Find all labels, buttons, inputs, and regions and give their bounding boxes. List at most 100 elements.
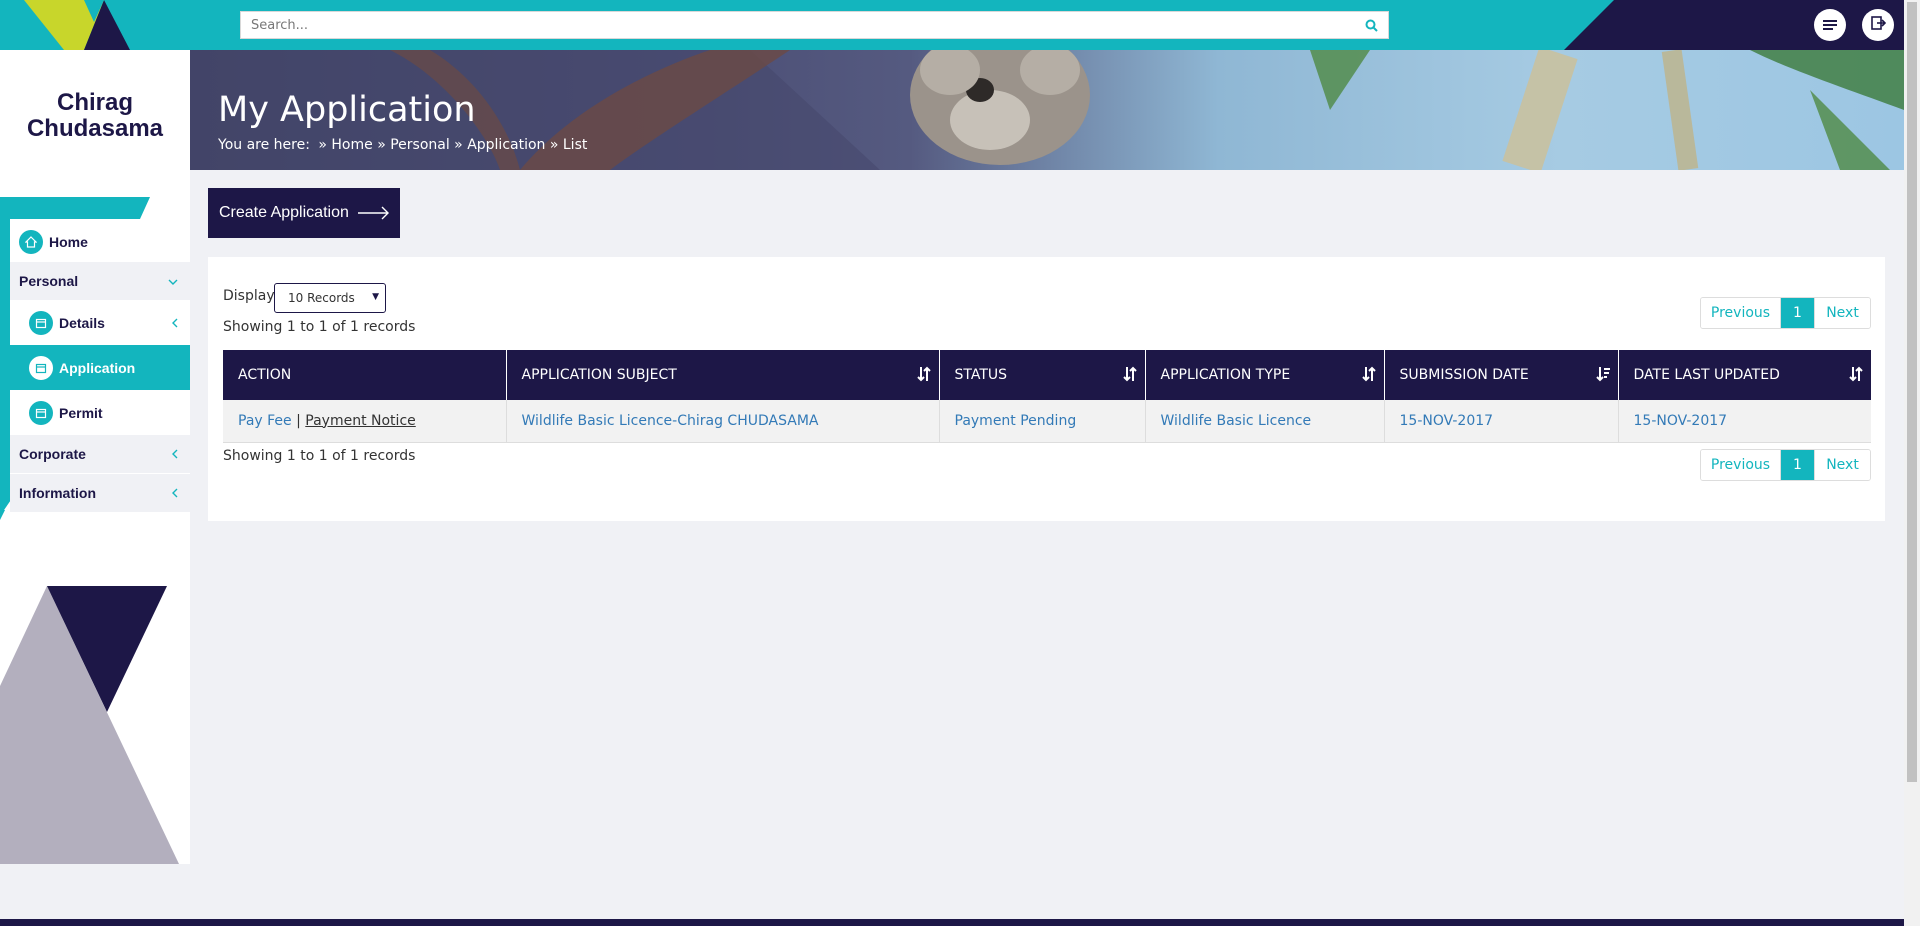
records-summary-top: Showing 1 to 1 of 1 records [223,319,416,335]
records-per-page-value: 10 Records [288,291,355,305]
sort-icon [1849,366,1863,386]
page-1-button[interactable]: 1 [1781,298,1814,328]
date-last-updated-cell: 15-NOV-2017 [1618,400,1871,443]
column-header-submission-date[interactable]: SUBMISSION DATE [1384,350,1619,400]
application-subject-cell[interactable]: Wildlife Basic Licence-Chirag CHUDASAMA [506,400,940,443]
sidebar-section-personal[interactable]: Personal [10,262,190,300]
sidebar-item-permit[interactable]: Permit [10,390,190,435]
search-icon[interactable] [1354,19,1388,32]
top-right-banner-shape [1564,0,1904,50]
column-header-label: DATE LAST UPDATED [1633,367,1780,383]
column-header-label: APPLICATION SUBJECT [521,367,677,383]
previous-page-button[interactable]: Previous [1701,450,1781,480]
sidebar-item-label: Details [59,314,105,331]
create-application-button[interactable]: Create Application [208,188,400,238]
sort-icon [1122,366,1137,386]
sidebar-item-label: Application [59,359,136,376]
menu-button[interactable] [1814,9,1846,41]
applications-table: ACTION APPLICATION SUBJECT STATUS APPLIC… [223,350,1871,443]
status-cell: Payment Pending [939,400,1146,443]
sidebar-section-label: Corporate [19,446,86,462]
table-header-row: ACTION APPLICATION SUBJECT STATUS APPLIC… [223,350,1871,400]
breadcrumb-path[interactable]: » Home » Personal » Application » List [318,137,587,153]
page-1-button[interactable]: 1 [1781,450,1814,480]
arrow-right-icon [358,206,390,225]
sidebar-section-label: Personal [19,273,79,289]
column-header-date-last-updated[interactable]: DATE LAST UPDATED [1618,350,1871,400]
calendar-icon [29,355,53,380]
sidebar: Chirag Chudasama Home Personal Details A… [0,50,190,864]
caret-down-icon: ▼ [372,292,379,302]
records-per-page-select[interactable]: 10 Records ▼ [274,283,386,313]
sidebar-item-label: Permit [59,404,103,421]
breadcrumb: You are here: » Home » Personal » Applic… [218,137,591,153]
sidebar-section-label: Information [19,485,96,501]
column-header-application-subject[interactable]: APPLICATION SUBJECT [506,350,940,400]
pay-fee-link[interactable]: Pay Fee [238,413,292,429]
user-last-name: Chudasama [26,115,164,142]
table-row: Pay Fee | Payment Notice Wildlife Basic … [223,400,1871,443]
status-value: Payment Pending [954,412,1077,429]
submission-date-value: 15-NOV-2017 [1399,412,1494,429]
application-type-value: Wildlife Basic Licence [1160,412,1312,429]
create-application-label: Create Application [219,204,349,221]
page-banner: My Application You are here: » Home » Pe… [190,50,1904,170]
application-subject-value: Wildlife Basic Licence-Chirag CHUDASAMA [521,412,819,429]
sidebar-item-application[interactable]: Application [10,345,190,390]
next-page-button[interactable]: Next [1814,450,1870,480]
pagination-bottom: Previous 1 Next [1700,449,1871,481]
page-scrollbar[interactable] [1904,0,1920,926]
chevron-left-icon [171,446,178,462]
column-header-action: ACTION [223,350,507,400]
sidebar-item-details[interactable]: Details [10,300,190,345]
sidebar-nav: Home Personal Details Application Permit… [10,222,190,512]
user-name: Chirag Chudasama [0,90,190,142]
sidebar-left-accent [0,220,10,516]
date-last-updated-value: 15-NOV-2017 [1633,412,1728,429]
column-header-application-type[interactable]: APPLICATION TYPE [1145,350,1385,400]
column-header-label: STATUS [954,367,1008,383]
search-bar [240,11,1389,39]
sidebar-section-corporate[interactable]: Corporate [10,435,190,473]
logout-icon [1870,15,1887,35]
applications-panel: Display 10 Records ▼ Showing 1 to 1 of 1… [208,257,1885,521]
previous-page-button[interactable]: Previous [1701,298,1781,328]
sidebar-decoration-top [0,197,150,221]
sort-descending-icon [1595,366,1610,386]
calendar-icon [29,400,53,425]
next-page-button[interactable]: Next [1814,298,1870,328]
column-header-status[interactable]: STATUS [939,350,1146,400]
sidebar-section-information[interactable]: Information [10,474,190,512]
submission-date-cell: 15-NOV-2017 [1384,400,1619,443]
application-type-cell: Wildlife Basic Licence [1145,400,1385,443]
sort-icon [916,366,931,386]
pagination-top: Previous 1 Next [1700,297,1871,329]
chevron-left-icon [171,485,178,501]
records-summary-bottom: Showing 1 to 1 of 1 records [223,448,416,464]
user-first-name: Chirag [56,89,133,116]
display-label: Display [223,288,275,304]
column-header-label: ACTION [238,367,292,383]
menu-icon [1823,16,1837,35]
top-bar [0,0,1904,50]
column-header-label: APPLICATION TYPE [1160,367,1291,383]
payment-notice-link[interactable]: Payment Notice [305,413,415,429]
calendar-icon [29,310,53,335]
column-header-label: SUBMISSION DATE [1399,367,1529,383]
scrollbar-thumb[interactable] [1907,2,1917,782]
logout-button[interactable] [1862,9,1894,41]
breadcrumb-label: You are here: [218,137,310,153]
sidebar-decoration-bottom [0,586,179,864]
sidebar-item-label: Home [49,234,88,250]
brand-logo [0,0,130,50]
chevron-left-icon [171,315,178,331]
search-input[interactable] [241,12,1354,38]
home-icon [19,230,43,254]
chevron-down-icon [168,273,178,289]
sort-icon [1361,366,1376,386]
sidebar-item-home[interactable]: Home [10,222,190,262]
action-separator: | [296,412,301,429]
action-cell: Pay Fee | Payment Notice [223,400,507,443]
footer-bar [0,919,1904,926]
page-title: My Application [218,90,476,130]
